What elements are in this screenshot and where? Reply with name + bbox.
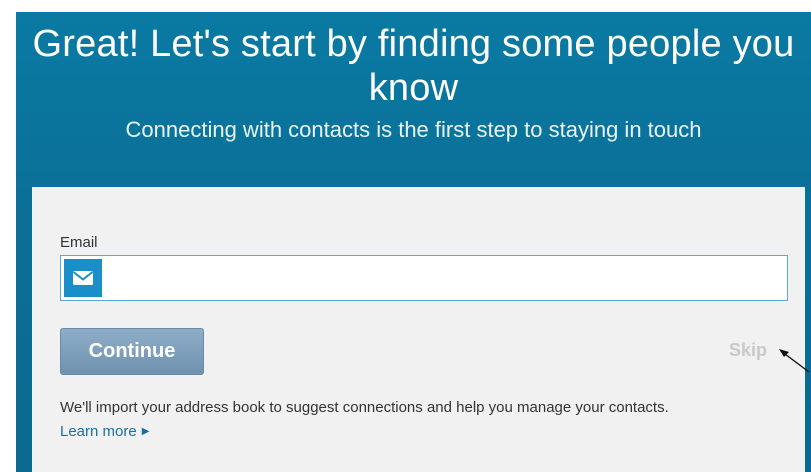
top-edge (16, 0, 811, 12)
email-field-wrapper[interactable] (60, 255, 788, 302)
page-title: Great! Let's start by finding some peopl… (32, 23, 795, 109)
import-note: We'll import your address book to sugges… (60, 399, 669, 416)
envelope-icon (64, 259, 102, 297)
continue-button[interactable]: Continue (60, 328, 204, 375)
caret-right-icon: ▶ (141, 426, 150, 437)
learn-more-link[interactable]: Learn more ▶ (60, 423, 149, 440)
email-input[interactable] (113, 256, 787, 302)
skip-link[interactable]: Skip (729, 340, 767, 361)
page-subtitle: Connecting with contacts is the first st… (125, 117, 702, 142)
pointer-arrow-icon (779, 349, 810, 373)
email-label: Email (60, 234, 98, 251)
learn-more-label: Learn more (60, 423, 137, 440)
